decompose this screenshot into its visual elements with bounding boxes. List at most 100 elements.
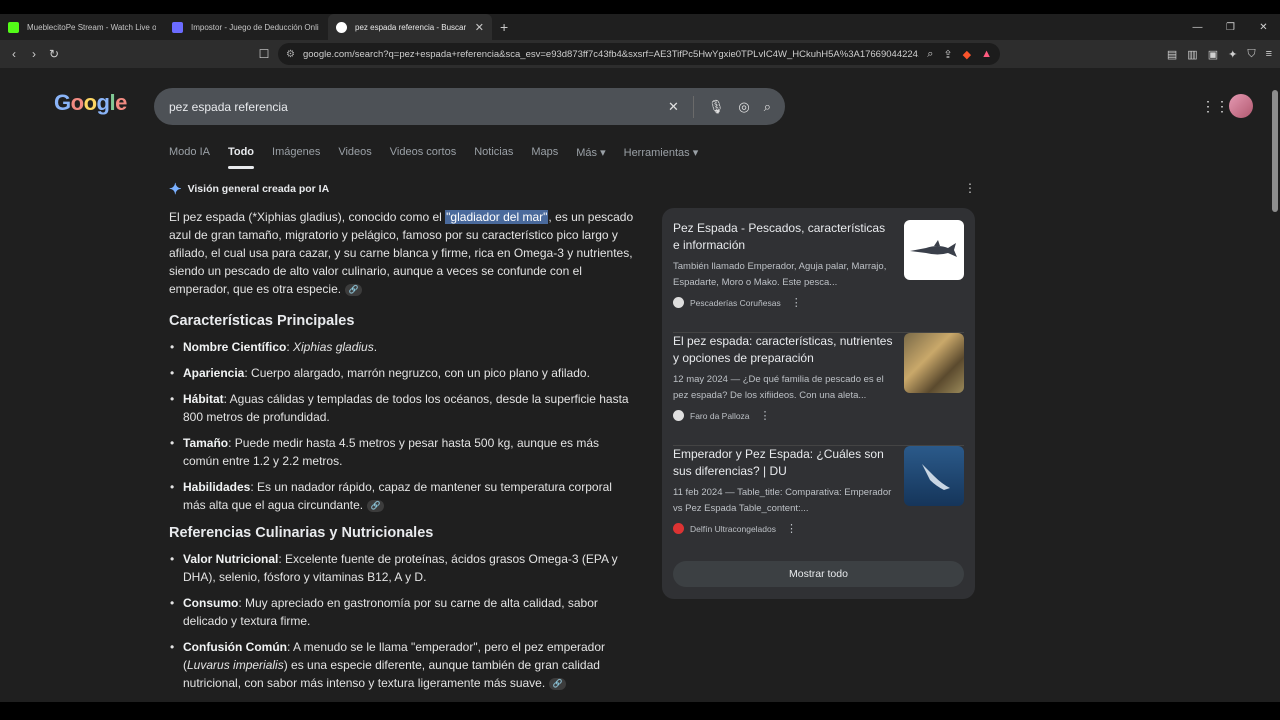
source-title[interactable]: Pez Espada - Pescados, características e… (673, 220, 895, 254)
site-name: Delfín Ultracongelados (690, 523, 776, 534)
site-favicon-icon (673, 410, 684, 421)
ai-overview-title: Visión general creada por IA (187, 183, 330, 195)
sidebar-icon[interactable]: ▥ (1187, 48, 1197, 61)
more-options-icon[interactable]: ⋮ (964, 181, 976, 195)
intro-paragraph: El pez espada (*Xiphias gladius), conoci… (169, 208, 635, 298)
reader-icon[interactable]: ▤ (1167, 48, 1177, 61)
browser-tab-2[interactable]: Impostor - Juego de Deducción Onli (164, 14, 328, 40)
item-label: Habilidades (183, 480, 251, 494)
tab-todo[interactable]: Todo (227, 146, 255, 169)
source-snippet: 12 may 2024 — ¿De qué familia de pescado… (673, 374, 884, 401)
characteristics-list: Nombre Científico: Xiphias gladius. Apar… (169, 338, 635, 514)
list-item: Valor Nutricional: Excelente fuente de p… (169, 550, 635, 586)
tab-noticias[interactable]: Noticias (474, 146, 513, 166)
browser-toolbar: ‹ › ↻ ☐ ⚙ google.com/search?q=pez+espada… (0, 40, 1280, 68)
site-name: Faro da Palloza (690, 410, 750, 421)
divider (692, 95, 694, 118)
search-box[interactable]: pez espada referencia ✕ 🎙 ◎ ⌕ (154, 88, 785, 125)
source-site: Pescaderías Coruñesas ⋮ (673, 296, 802, 309)
item-label: Nombre Científico (183, 340, 287, 354)
swordfish-image (910, 240, 957, 257)
list-item: Hábitat: Aguas cálidas y templadas de to… (169, 390, 635, 426)
microphone-icon[interactable]: 🎙 (708, 99, 725, 115)
rewards-icon[interactable]: ▲ (981, 48, 992, 60)
item-label: Hábitat (183, 392, 224, 406)
back-icon[interactable]: ‹ (4, 47, 24, 61)
menu-icon[interactable]: ≡ (1266, 48, 1272, 60)
source-title[interactable]: El pez espada: características, nutrient… (673, 333, 895, 367)
search-input[interactable]: pez espada referencia (169, 100, 668, 114)
item-label: Confusión Común (183, 640, 287, 654)
tab-maps[interactable]: Maps (531, 146, 558, 166)
list-item: Confusión Común: A menudo se le llama "e… (169, 638, 635, 692)
kebab-icon[interactable]: ⋮ (791, 296, 802, 309)
right-toolbar: ▤ ▥ ▣ ✦ ⛉ ≡ (1167, 40, 1272, 68)
close-window-icon[interactable]: ✕ (1247, 22, 1280, 33)
new-tab-icon[interactable]: + (500, 19, 508, 35)
source-card[interactable]: El pez espada: características, nutrient… (673, 333, 964, 446)
lens-camera-icon[interactable]: ◎ (738, 99, 749, 115)
google-logo[interactable]: Google (54, 90, 127, 116)
section-heading: Referencias Culinarias y Nutricionales (169, 525, 434, 541)
impostor-favicon-icon (172, 21, 183, 33)
leo-ai-icon[interactable]: ✦ (1228, 48, 1237, 61)
tab-title: Impostor - Juego de Deducción Onli (191, 22, 319, 32)
tab-modo-ia[interactable]: Modo IA (169, 146, 210, 166)
kebab-icon[interactable]: ⋮ (760, 409, 771, 422)
bookmark-icon[interactable]: ☐ (254, 47, 274, 61)
swordfish-sea-thumbnail[interactable] (904, 446, 964, 506)
clear-icon[interactable]: ✕ (668, 99, 679, 115)
source-card[interactable]: Pez Espada - Pescados, características e… (673, 220, 964, 333)
item-text: : Aguas cálidas y templadas de todos los… (183, 392, 629, 424)
item-italic: Luvarus imperialis (187, 658, 284, 672)
list-item: Apariencia: Cuerpo alargado, marrón negr… (169, 364, 635, 382)
search-tabs: Modo IA Todo Imágenes Videos Videos cort… (169, 146, 716, 169)
ai-overview-content: El pez espada (*Xiphias gladius), conoci… (169, 208, 635, 700)
highlighted-term[interactable]: "gladiador del mar" (445, 210, 549, 224)
share-icon[interactable]: ⇪ (943, 48, 952, 61)
tab-title: MueblecitoPe Stream - Watch Live o (27, 22, 156, 32)
wallet-icon[interactable]: ▣ (1208, 48, 1218, 61)
tab-videos[interactable]: Videos (338, 146, 371, 166)
kebab-icon[interactable]: ⋮ (786, 522, 797, 535)
item-text: : Puede medir hasta 4.5 metros y pesar h… (183, 436, 600, 468)
reload-icon[interactable]: ↻ (44, 47, 64, 61)
list-item: Tamaño: Puede medir hasta 4.5 metros y p… (169, 434, 635, 470)
tab-herramientas[interactable]: Herramientas ▾ (624, 146, 699, 166)
scrollbar-thumb[interactable] (1272, 90, 1278, 212)
browser-tab-3[interactable]: pez espada referencia - Buscar c ✕ (328, 14, 492, 40)
tab-videos-cortos[interactable]: Videos cortos (390, 146, 456, 166)
browser-tab-1[interactable]: MueblecitoPe Stream - Watch Live o (0, 14, 164, 40)
source-title[interactable]: Emperador y Pez Espada: ¿Cuáles son sus … (673, 446, 895, 480)
close-tab-icon[interactable]: ✕ (475, 21, 484, 34)
search-icon[interactable]: ⌕ (764, 99, 771, 115)
grilled-fish-thumbnail[interactable] (904, 333, 964, 393)
brave-shield-icon[interactable]: ◆ (963, 48, 971, 61)
site-info-icon[interactable]: ⚙ (286, 49, 295, 60)
tab-mas[interactable]: Más ▾ (576, 146, 605, 166)
site-favicon-icon (673, 523, 684, 534)
bottom-border (0, 702, 1280, 720)
top-border (0, 0, 1280, 14)
vpn-icon[interactable]: ⛉ (1247, 48, 1255, 61)
restore-icon[interactable]: ❐ (1214, 22, 1247, 33)
minimize-icon[interactable]: — (1181, 22, 1214, 33)
link-icon[interactable]: 🔗 (549, 677, 567, 690)
show-all-button[interactable]: Mostrar todo (673, 561, 964, 587)
section-heading: Características Principales (169, 313, 355, 329)
culinary-list: Valor Nutricional: Excelente fuente de p… (169, 550, 635, 692)
link-icon[interactable]: 🔗 (367, 499, 385, 512)
window-controls: — ❐ ✕ (1181, 14, 1280, 40)
source-card[interactable]: Emperador y Pez Espada: ¿Cuáles son sus … (673, 446, 964, 559)
item-text: : Cuerpo alargado, marrón negruzco, con … (244, 366, 590, 380)
forward-icon[interactable]: › (24, 47, 44, 61)
tab-imagenes[interactable]: Imágenes (272, 146, 320, 166)
intro-text: El pez espada (*Xiphias gladius), conoci… (169, 210, 446, 224)
avatar[interactable] (1229, 94, 1253, 118)
link-icon[interactable]: 🔗 (345, 283, 363, 296)
source-snippet: También llamado Emperador, Aguja palar, … (673, 261, 887, 288)
address-bar[interactable]: ⚙ google.com/search?q=pez+espada+referen… (278, 43, 1000, 65)
swordfish-thumbnail[interactable] (904, 220, 964, 280)
list-item: Nombre Científico: Xiphias gladius. (169, 338, 635, 356)
zoom-icon[interactable]: ⌕ (927, 48, 933, 61)
